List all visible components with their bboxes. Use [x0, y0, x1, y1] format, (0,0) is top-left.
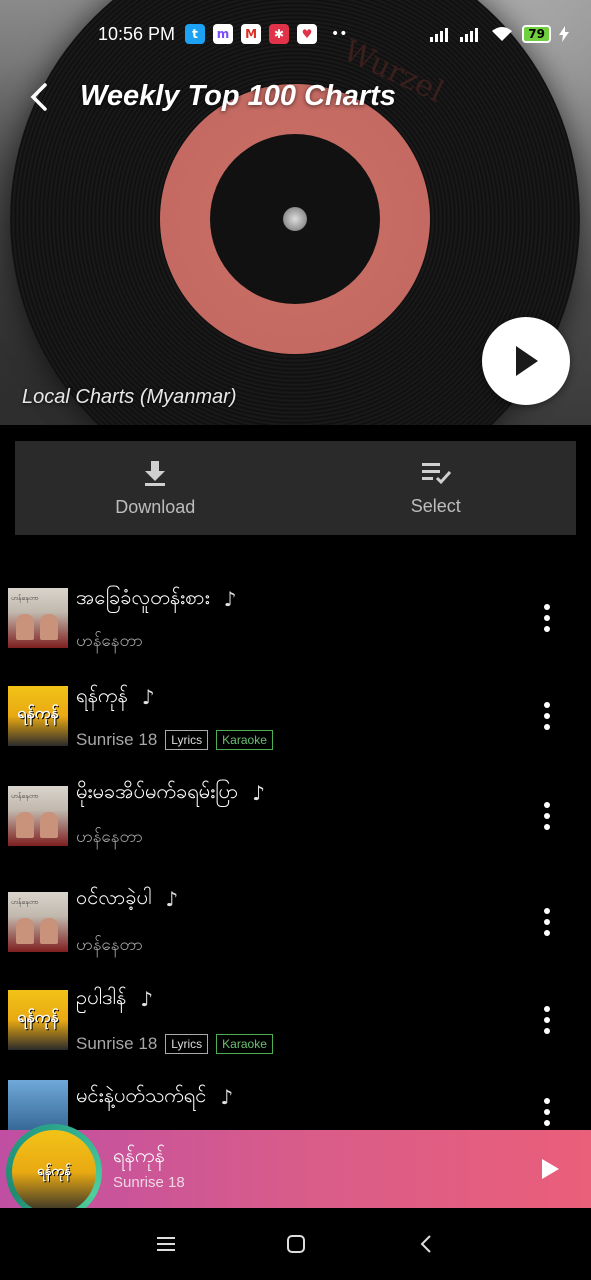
now-playing-album-art: ရန်ကုန် — [6, 1124, 102, 1220]
download-label: Download — [115, 496, 196, 517]
karaoke-badge: Karaoke — [216, 730, 273, 750]
chart-subtitle: Local Charts (Myanmar) — [22, 386, 237, 408]
song-title: မိုးမခအိပ်မက်ခရမ်းပြာ — [76, 779, 239, 803]
list-item[interactable]: ရန်ကုန် ရန်ကုန် ♪ Sunrise 18 Lyrics Kara… — [0, 658, 591, 756]
music-note-icon: ♪ — [165, 887, 179, 911]
chart-header: Wurzel 10:56 PM t m M ✱ ♥ •• 79 Weekly T… — [0, 0, 591, 425]
back-chevron-icon — [420, 1235, 431, 1253]
more-options-button[interactable] — [537, 796, 557, 836]
back-arrow-icon — [30, 83, 47, 111]
album-art: ရန်ကုန် — [8, 686, 68, 746]
song-artist: ဟန်နေတာ — [76, 631, 144, 650]
messenger-icon: m — [213, 24, 234, 44]
song-title: မင်းနဲ့ပတ်သက်ရင် — [76, 1083, 207, 1107]
list-item[interactable]: ဟန်နေတာ ဝင်လာခဲ့ပါ ♪ ဟန်နေတာ — [0, 862, 591, 960]
back-button[interactable] — [22, 80, 56, 114]
home-square-icon — [286, 1235, 305, 1253]
app-heart-icon: ♥ — [297, 24, 318, 44]
signal-icon — [430, 28, 449, 42]
more-options-button[interactable] — [537, 598, 557, 638]
wifi-icon — [492, 27, 513, 41]
page-title: Weekly Top 100 Charts — [80, 80, 396, 112]
now-playing-artist: Sunrise 18 — [113, 1174, 185, 1191]
play-icon — [516, 346, 538, 376]
song-title: အခြေခံလူတန်းစား — [76, 585, 210, 609]
song-artist: Sunrise 18 — [76, 1034, 158, 1053]
list-item[interactable]: ဟန်နေတာ အခြေခံလူတန်းစား ♪ ဟန်နေတာ — [0, 560, 591, 658]
karaoke-badge: Karaoke — [216, 1034, 273, 1054]
play-icon — [542, 1159, 559, 1179]
status-bar: 10:56 PM t m M ✱ ♥ •• 79 — [0, 0, 591, 68]
song-artist: Sunrise 18 — [76, 730, 158, 749]
music-note-icon: ♪ — [141, 685, 155, 709]
lyrics-badge: Lyrics — [165, 730, 209, 750]
select-label: Select — [410, 495, 461, 516]
music-note-icon: ♪ — [220, 1085, 234, 1109]
album-art: ဟန်နေတာ — [8, 786, 68, 846]
lyrics-badge: Lyrics — [165, 1034, 209, 1054]
now-playing-title: ရန်ကုန် — [113, 1143, 165, 1167]
song-title: ဥပါဒါန် — [76, 985, 127, 1009]
play-all-button[interactable] — [482, 317, 570, 405]
system-navigation-bar — [0, 1208, 591, 1280]
more-options-button[interactable] — [537, 902, 557, 942]
status-time: 10:56 PM — [98, 23, 176, 44]
mini-player[interactable]: ရန်ကုန် ရန်ကုန် Sunrise 18 — [0, 1124, 591, 1220]
mini-play-button[interactable] — [535, 1154, 565, 1184]
album-art: ဟန်နေတာ — [8, 892, 68, 952]
music-note-icon: ♪ — [140, 987, 153, 1011]
more-options-button[interactable] — [537, 696, 557, 736]
album-art: ရန်ကုန် — [8, 990, 68, 1050]
home-button[interactable] — [281, 1229, 311, 1259]
battery-icon: 79 — [522, 25, 551, 43]
twitter-icon: t — [185, 24, 206, 44]
list-item[interactable]: ရန်ကုန် ဥပါဒါန် ♪ Sunrise 18 Lyrics Kara… — [0, 962, 591, 1060]
more-notifications-icon: •• — [331, 26, 348, 42]
download-button[interactable]: Download — [15, 441, 296, 535]
menu-icon — [156, 1237, 175, 1251]
back-nav-button[interactable] — [411, 1229, 441, 1259]
song-artist: ဟန်နေတာ — [76, 935, 144, 954]
download-icon — [145, 460, 166, 486]
signal-icon-2 — [460, 28, 479, 42]
song-title: ဝင်လာခဲ့ပါ — [76, 885, 152, 909]
song-title: ရန်ကုန် — [76, 683, 128, 707]
select-list-icon — [421, 462, 451, 484]
app-icon: ✱ — [269, 24, 290, 44]
charging-icon — [559, 26, 569, 42]
gmail-icon: M — [241, 24, 262, 44]
list-item[interactable]: ဟန်နေတာ မိုးမခအိပ်မက်ခရမ်းပြာ ♪ ဟန်နေတာ — [0, 756, 591, 854]
action-bar: Download Select — [15, 441, 576, 535]
music-note-icon: ♪ — [223, 587, 237, 611]
more-options-button[interactable] — [537, 1000, 557, 1040]
select-button[interactable]: Select — [296, 441, 577, 535]
song-artist: ဟန်နေတာ — [76, 827, 144, 846]
album-art: ဟန်နေတာ — [8, 588, 68, 648]
recents-button[interactable] — [151, 1229, 181, 1259]
more-options-button[interactable] — [537, 1092, 557, 1132]
music-note-icon: ♪ — [252, 781, 265, 805]
song-list: ဟန်နေတာ အခြေခံလူတန်းစား ♪ ဟန်နေတာ ရန်ကုန… — [0, 560, 591, 1140]
